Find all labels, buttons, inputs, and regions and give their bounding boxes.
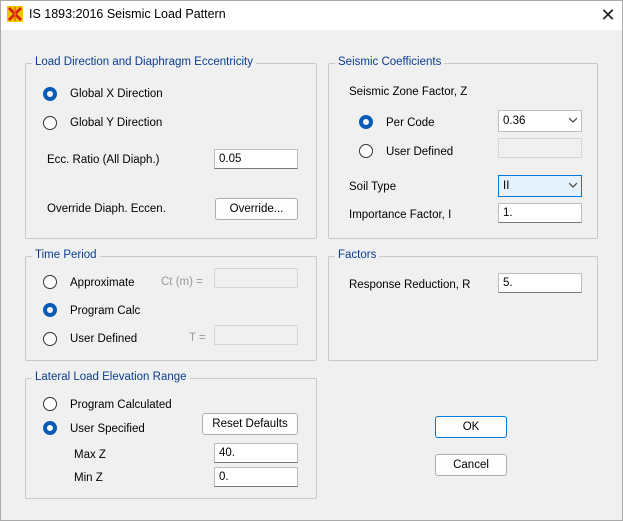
global-y-radio[interactable] [43,116,57,130]
soil-type-label: Soil Type [349,181,397,193]
importance-factor-label: Importance Factor, I [349,209,452,221]
load-direction-legend: Load Direction and Diaphragm Eccentricit… [32,56,256,68]
title-bar: IS 1893:2016 Seismic Load Pattern ✕ [0,0,623,30]
ct-input [214,268,298,288]
min-z-input[interactable]: 0. [214,467,298,487]
t-label: T = [189,332,206,344]
importance-factor-input[interactable]: 1. [498,203,582,223]
factors-group: Factors [328,249,598,361]
response-reduction-input[interactable]: 5. [498,273,582,293]
override-diaph-label: Override Diaph. Eccen. [47,203,166,215]
zone-factor-select[interactable]: 0.36 [498,110,582,132]
seismic-coefficients-legend: Seismic Coefficients [335,56,445,68]
ct-label: Ct (m) = [161,276,203,288]
ecc-ratio-label: Ecc. Ratio (All Diaph.) [47,154,160,166]
user-defined-period-label[interactable]: User Defined [70,333,137,345]
t-input [214,325,298,345]
user-zone-input [498,138,582,158]
cancel-button[interactable]: Cancel [435,454,507,476]
program-calculated-label[interactable]: Program Calculated [70,399,172,411]
program-calc-radio[interactable] [43,303,57,317]
per-code-label[interactable]: Per Code [386,117,435,129]
zone-factor-label: Seismic Zone Factor, Z [349,86,468,98]
approximate-label[interactable]: Approximate [70,277,135,289]
response-reduction-label: Response Reduction, R [349,279,471,291]
lateral-load-legend: Lateral Load Elevation Range [32,371,190,383]
max-z-label: Max Z [74,449,106,461]
user-specified-label[interactable]: User Specified [70,423,145,435]
soil-type-value: II [503,180,510,192]
global-x-radio[interactable] [43,87,57,101]
max-z-input[interactable]: 40. [214,443,298,463]
user-defined-zone-radio[interactable] [359,144,373,158]
override-button[interactable]: Override... [215,198,298,220]
user-specified-radio[interactable] [43,421,57,435]
chevron-down-icon [569,182,577,188]
close-button[interactable]: ✕ [596,3,620,27]
window-title: IS 1893:2016 Seismic Load Pattern [29,7,226,21]
min-z-label: Min Z [74,472,103,484]
time-period-legend: Time Period [32,249,100,261]
reset-defaults-button[interactable]: Reset Defaults [202,413,298,435]
zone-factor-value: 0.36 [503,115,526,127]
per-code-radio[interactable] [359,115,373,129]
soil-type-select[interactable]: II [498,175,582,197]
ok-button[interactable]: OK [435,416,507,438]
factors-legend: Factors [335,249,380,261]
chevron-down-icon [569,117,577,123]
user-defined-zone-label[interactable]: User Defined [386,146,453,158]
global-y-label[interactable]: Global Y Direction [70,117,162,129]
program-calculated-radio[interactable] [43,397,57,411]
program-calc-label[interactable]: Program Calc [70,305,140,317]
global-x-label[interactable]: Global X Direction [70,88,163,100]
approximate-radio[interactable] [43,275,57,289]
app-icon [7,6,23,22]
user-defined-period-radio[interactable] [43,332,57,346]
ecc-ratio-input[interactable]: 0.05 [214,149,298,169]
